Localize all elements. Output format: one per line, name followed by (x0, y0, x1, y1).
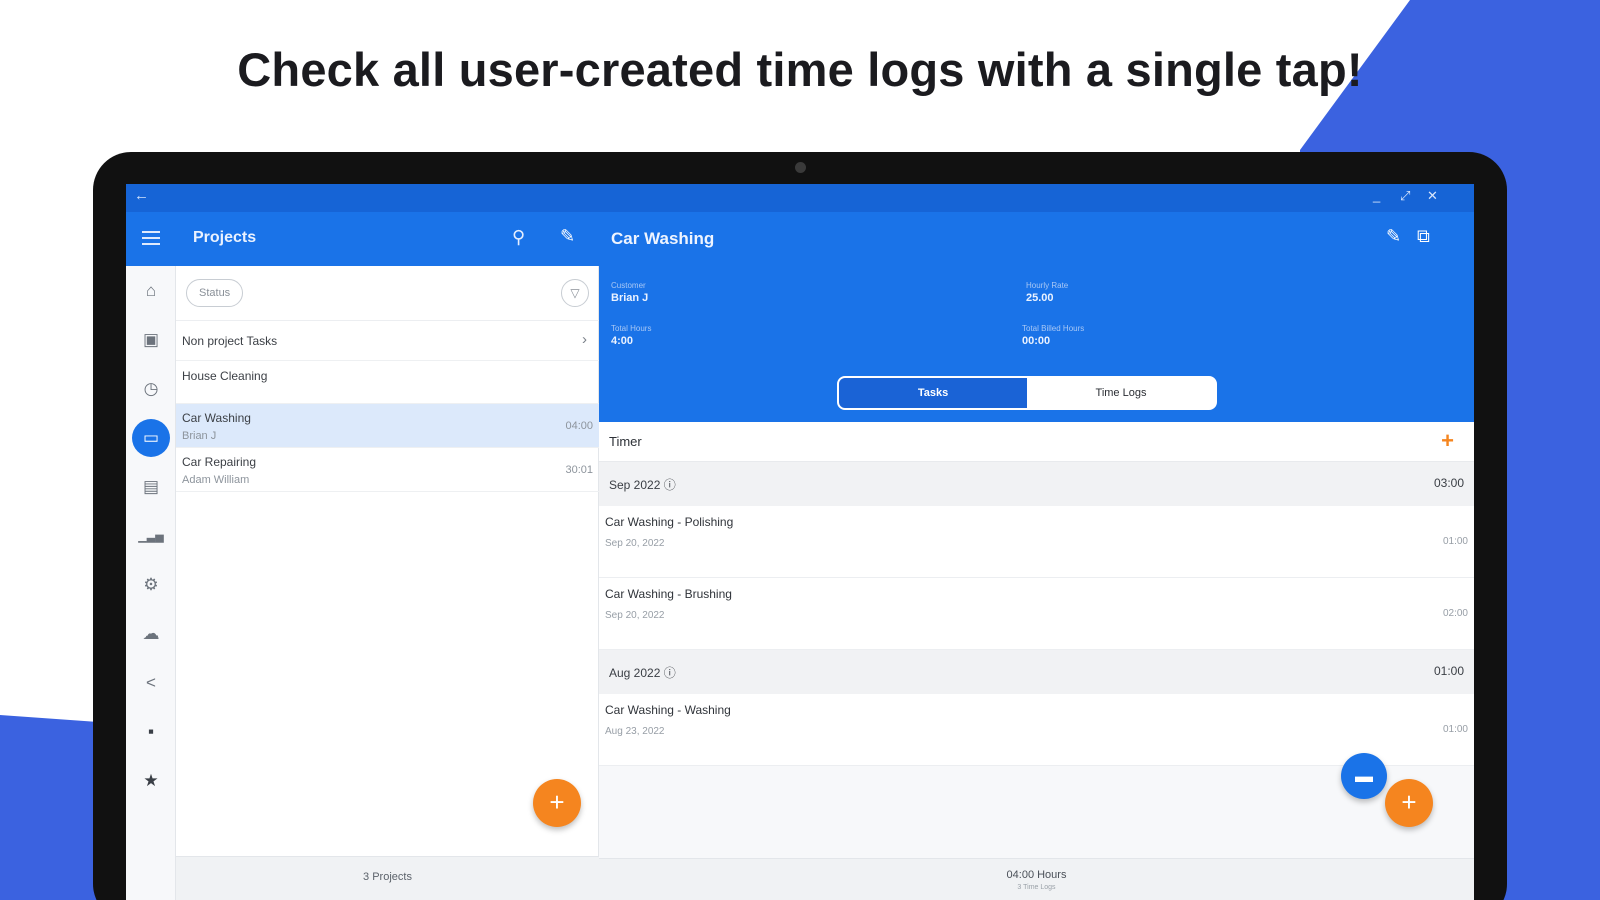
minimize-button[interactable]: _ (1373, 188, 1380, 203)
window-titlebar: ← _ ⤢ ✕ (126, 184, 1474, 212)
status-filter-chip[interactable]: Status (186, 279, 244, 307)
detail-title: Car Washing (611, 229, 715, 248)
project-name: Car Repairing (182, 455, 257, 469)
total-hours-value: 4:00 (611, 335, 634, 347)
camera-dot (795, 162, 806, 173)
log-name: Car Washing - Polishing (605, 515, 734, 529)
timer-label: Timer (609, 434, 642, 449)
navigation-rail: ⌂ ▣ ◷ ▭ ▤ ▁▃▅ ⚙ ☁ < ▪ ★ (126, 212, 176, 900)
add-timer-button[interactable]: + (1441, 428, 1454, 454)
chat-icon[interactable]: ▬ (1341, 753, 1387, 799)
detail-footer: 04:00 Hours 3 Time Logs (599, 858, 1474, 900)
projects-title: Projects (193, 229, 257, 246)
clipboard-icon[interactable]: ▤ (136, 472, 166, 502)
list-item-selected[interactable]: Car Washing Brian J 04:00 (176, 404, 599, 448)
hourly-rate-value: 25.00 (1026, 292, 1054, 304)
contacts-icon[interactable]: ▣ (136, 325, 166, 355)
settings-icon[interactable]: ⚙ (136, 570, 166, 600)
project-name: House Cleaning (182, 369, 268, 383)
add-time-log-button[interactable]: + (1385, 779, 1433, 827)
log-hours: 02:00 (1442, 608, 1468, 619)
hourly-rate-label: Hourly Rate (1026, 281, 1069, 290)
list-item[interactable]: Car Repairing Adam William 30:01 (176, 448, 599, 492)
filter-icon[interactable]: ▽ (561, 279, 589, 307)
month-total: 03:00 (1433, 476, 1464, 490)
list-item[interactable]: Non project Tasks › (176, 321, 599, 361)
star-icon[interactable]: ★ (136, 766, 166, 796)
add-project-button[interactable]: + (533, 779, 581, 827)
log-name: Car Washing - Washing (605, 703, 731, 717)
month-group-header: Aug 2022 ⓘ 01:00 (599, 650, 1474, 694)
edit-icon[interactable]: ✎ (560, 226, 575, 247)
customer-value: Brian J (611, 292, 649, 304)
log-date: Sep 20, 2022 (605, 610, 665, 621)
home-icon[interactable]: ⌂ (136, 276, 166, 306)
time-log-row[interactable]: Car Washing - Washing Aug 23, 2022 01:00 (599, 694, 1474, 766)
close-button[interactable]: ✕ (1427, 188, 1438, 204)
projects-icon[interactable]: ▭ (132, 419, 170, 457)
project-hours: 30:01 (565, 464, 593, 476)
time-logs-count: 3 Time Logs (1017, 884, 1056, 891)
project-hours: 04:00 (565, 420, 593, 432)
copy-icon[interactable]: ⧉ (1417, 226, 1430, 247)
feedback-icon[interactable]: ▪ (136, 717, 166, 747)
projects-panel: Projects ⚲ ✎ Status ▽ Non project Tasks … (176, 212, 599, 900)
time-log-row[interactable]: Car Washing - Polishing Sep 20, 2022 01:… (599, 506, 1474, 578)
log-date: Sep 20, 2022 (605, 538, 665, 549)
chevron-right-icon: › (582, 331, 587, 348)
clock-icon[interactable]: ◷ (136, 374, 166, 404)
log-name: Car Washing - Brushing (605, 587, 732, 601)
menu-icon[interactable] (142, 231, 160, 245)
promo-stage: Check all user-created time logs with a … (0, 0, 1600, 900)
project-customer: Brian J (182, 430, 217, 442)
log-hours: 01:00 (1442, 724, 1468, 735)
project-customer: Adam William (182, 474, 250, 486)
timer-row: Timer + (599, 422, 1474, 462)
search-icon[interactable]: ⚲ (512, 227, 525, 248)
projects-header: Projects ⚲ ✎ (176, 212, 599, 266)
project-name: Non project Tasks (182, 334, 278, 348)
cloud-icon[interactable]: ☁ (136, 619, 166, 649)
total-billed-hours-label: Total Billed Hours (1022, 324, 1085, 333)
reports-icon[interactable]: ▁▃▅ (136, 521, 166, 551)
total-hours-label: Total Hours (611, 324, 652, 333)
project-detail-panel: Car Washing ✎ ⧉ Customer Brian J Hourly … (599, 212, 1474, 900)
projects-count: 3 Projects (176, 856, 599, 900)
maximize-button[interactable]: ⤢ (1400, 188, 1410, 204)
list-item[interactable]: House Cleaning (176, 361, 599, 404)
detail-header: Car Washing ✎ ⧉ Customer Brian J Hourly … (599, 212, 1474, 422)
log-hours: 01:00 (1442, 536, 1468, 547)
month-label: Aug 2022 ⓘ (609, 666, 676, 680)
month-total: 01:00 (1433, 664, 1464, 678)
headline: Check all user-created time logs with a … (237, 43, 1363, 96)
month-group-header: Sep 2022 ⓘ 03:00 (599, 462, 1474, 506)
customer-label: Customer (611, 281, 646, 290)
month-label: Sep 2022 ⓘ (609, 478, 676, 492)
total-hours-summary: 04:00 Hours (1006, 869, 1067, 881)
tasks-timelogs-toggle: Tasks Time Logs (837, 376, 1217, 410)
rail-header (126, 212, 176, 266)
log-date: Aug 23, 2022 (605, 726, 665, 737)
total-billed-hours-value: 00:00 (1022, 335, 1051, 347)
tab-time-logs[interactable]: Time Logs (1027, 378, 1215, 408)
filter-row: Status ▽ (176, 266, 599, 321)
time-log-row[interactable]: Car Washing - Brushing Sep 20, 2022 02:0… (599, 578, 1474, 650)
tab-tasks[interactable]: Tasks (839, 378, 1027, 408)
edit-icon[interactable]: ✎ (1386, 226, 1401, 247)
project-name: Car Washing (182, 411, 251, 425)
app-screen: ← _ ⤢ ✕ ⌂ ▣ ◷ ▭ ▤ ▁▃▅ ⚙ ☁ < ▪ ★ Projects (126, 184, 1474, 900)
share-icon[interactable]: < (136, 668, 166, 698)
back-arrow-icon[interactable]: ← (134, 187, 149, 204)
